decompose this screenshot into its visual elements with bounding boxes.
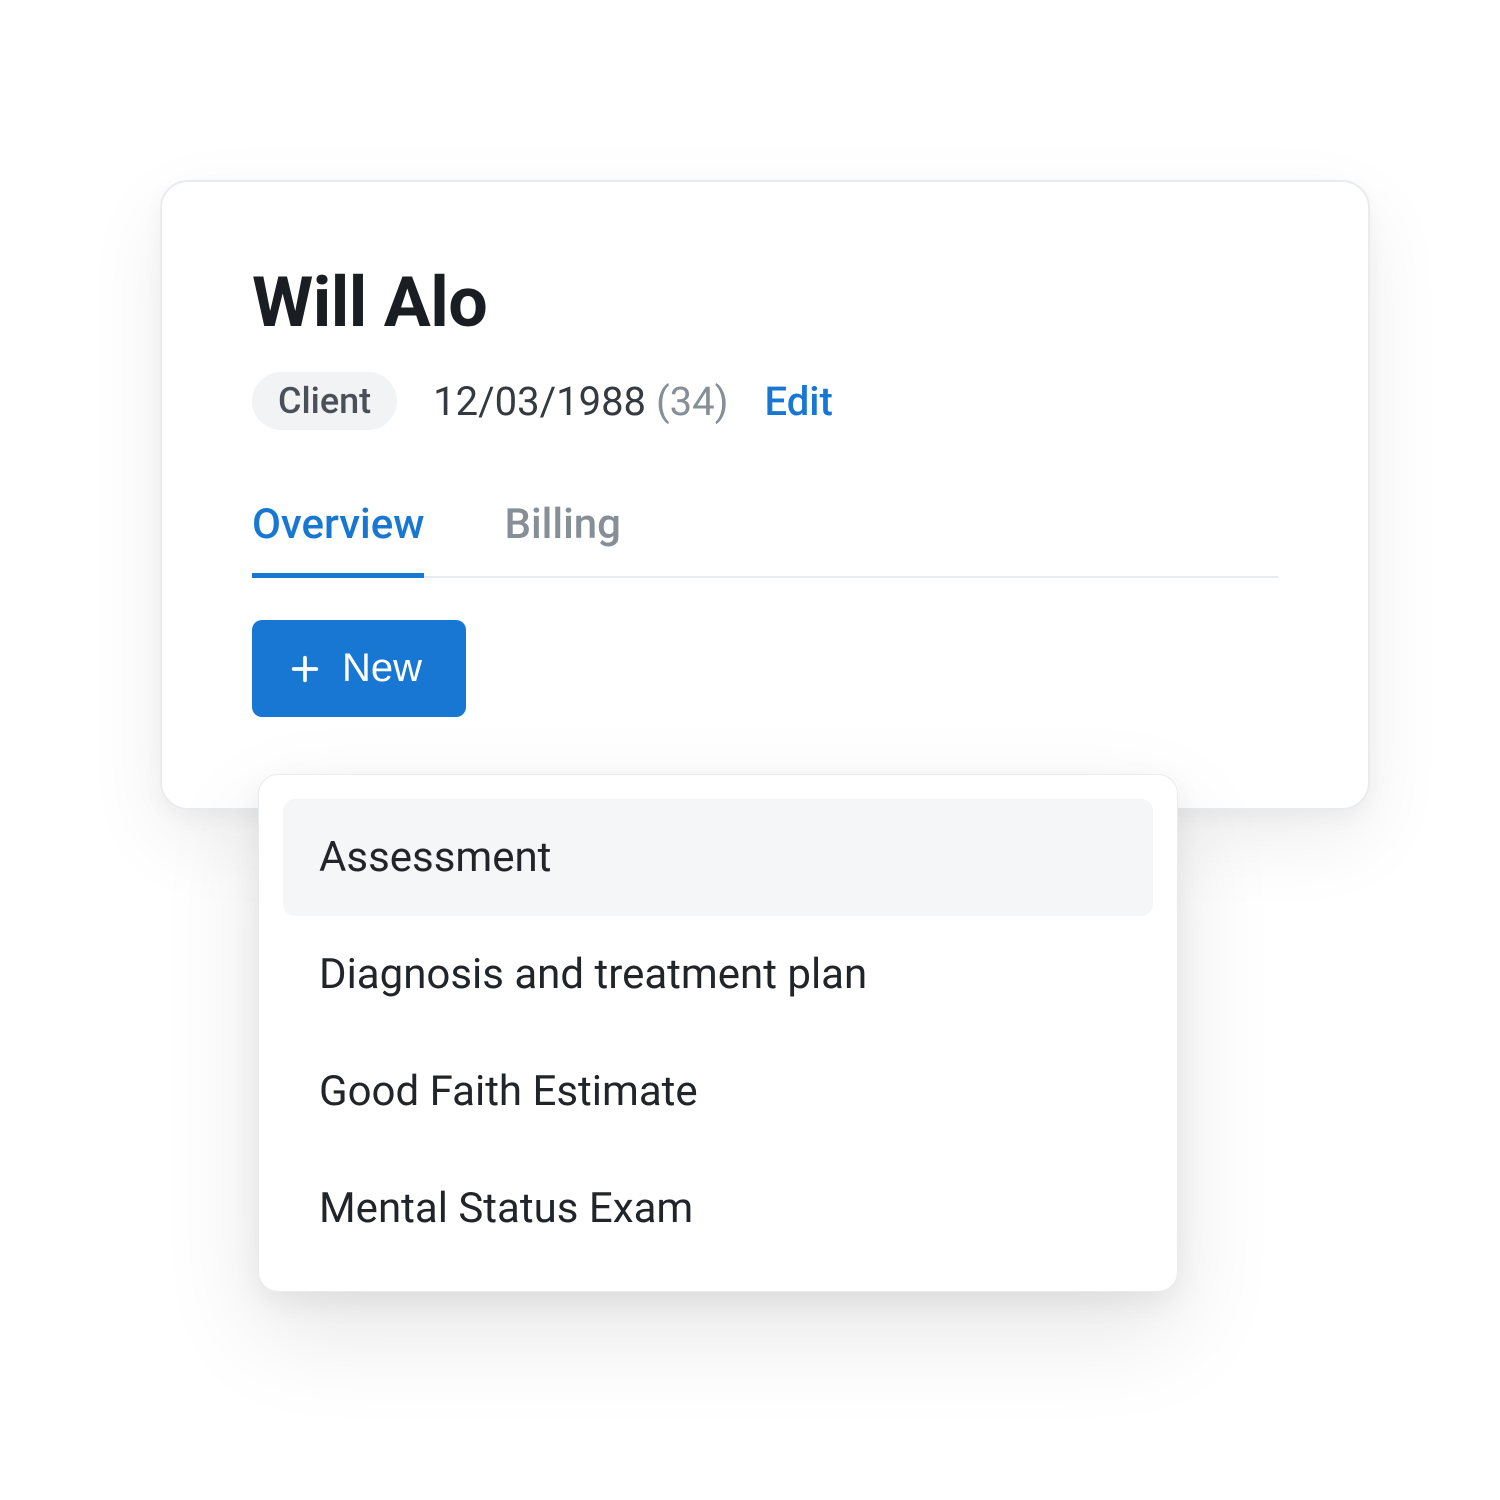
client-name: Will Alo xyxy=(252,262,1278,344)
client-meta-row: Client 12/03/1988 (34) Edit xyxy=(252,372,1278,430)
client-card: Will Alo Client 12/03/1988 (34) Edit Ove… xyxy=(160,180,1370,810)
client-type-badge: Client xyxy=(252,372,397,430)
menu-item-good-faith-estimate[interactable]: Good Faith Estimate xyxy=(283,1033,1153,1150)
tab-billing[interactable]: Billing xyxy=(504,500,621,578)
client-age: (34) xyxy=(656,378,729,425)
plus-icon xyxy=(288,652,322,686)
tabs: Overview Billing xyxy=(252,500,1278,578)
edit-link[interactable]: Edit xyxy=(765,378,833,425)
menu-item-mental-status-exam[interactable]: Mental Status Exam xyxy=(283,1150,1153,1267)
client-dob: 12/03/1988 (34) xyxy=(433,378,728,425)
new-dropdown-menu: Assessment Diagnosis and treatment plan … xyxy=(258,774,1178,1292)
tab-overview[interactable]: Overview xyxy=(252,500,424,578)
new-button-label: New xyxy=(342,646,422,691)
client-dob-value: 12/03/1988 xyxy=(433,378,646,425)
menu-item-assessment[interactable]: Assessment xyxy=(283,799,1153,916)
menu-item-diagnosis-treatment-plan[interactable]: Diagnosis and treatment plan xyxy=(283,916,1153,1033)
new-button[interactable]: New xyxy=(252,620,466,717)
